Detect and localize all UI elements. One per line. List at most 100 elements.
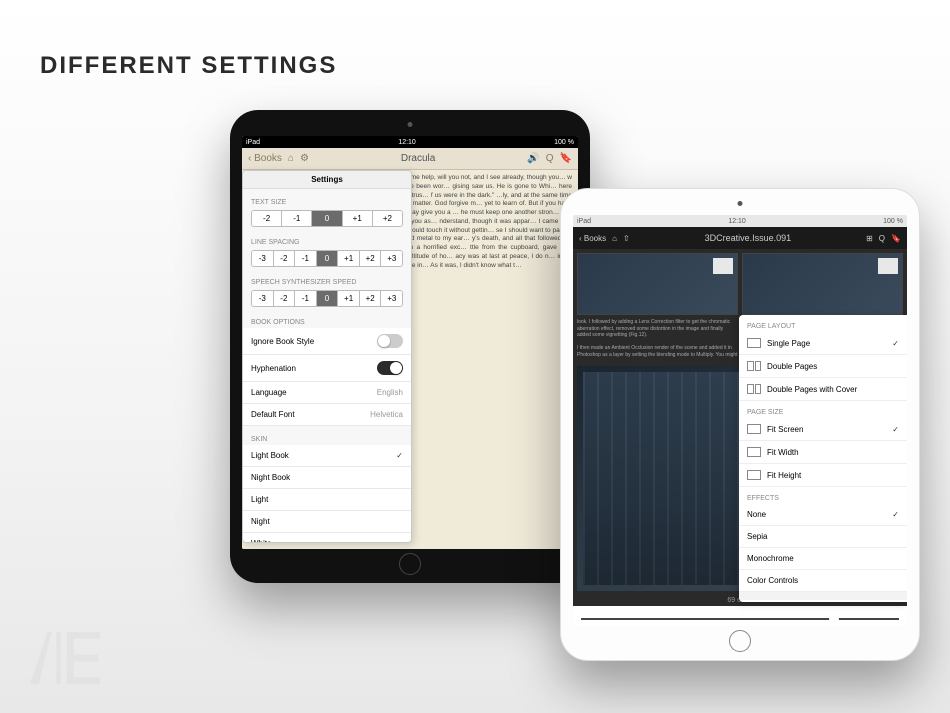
skin-name: White — [251, 539, 271, 543]
language-row[interactable]: Language English — [243, 382, 411, 404]
app-logo-icon — [20, 623, 110, 693]
device-black-ipad: iPad 12:10 100 % ‹ Books ⌂ ⚙ Dracula 🔊 Q… — [230, 110, 590, 583]
view-option-row[interactable]: Monochrome — [739, 548, 907, 570]
settings-title: Settings — [243, 171, 411, 189]
checkmark-icon: ✓ — [396, 451, 403, 460]
seg-option[interactable]: 0 — [317, 251, 339, 266]
skin-name: Night Book — [251, 473, 290, 482]
view-option-row[interactable]: None✓ — [739, 504, 907, 526]
bookmark-icon[interactable]: ⌂ — [288, 153, 294, 164]
skin-option-row[interactable]: Night Book — [243, 467, 411, 489]
search-icon[interactable]: Q — [546, 153, 554, 164]
share-icon[interactable]: ⇧ — [623, 234, 630, 243]
skin-name: Night — [251, 517, 270, 526]
seg-option[interactable]: -3 — [252, 251, 274, 266]
seg-option[interactable]: +1 — [343, 211, 373, 226]
seg-option[interactable]: +3 — [381, 251, 402, 266]
seg-option[interactable]: -2 — [252, 211, 282, 226]
mark-icon[interactable]: 🔖 — [891, 234, 901, 243]
speaker-icon[interactable]: 🔊 — [527, 153, 539, 164]
hyphenation-toggle[interactable] — [377, 361, 403, 375]
seg-option[interactable]: -1 — [295, 291, 317, 306]
seg-option[interactable]: 0 — [317, 291, 339, 306]
back-button[interactable]: ‹ Books — [579, 234, 606, 243]
battery-label: 100 % — [883, 218, 903, 225]
home-button[interactable] — [729, 630, 751, 652]
bookmark-icon[interactable]: ⌂ — [612, 234, 617, 243]
seg-option[interactable]: +2 — [360, 251, 382, 266]
view-option-row[interactable]: Color Controls — [739, 570, 907, 592]
seg-option[interactable]: -1 — [295, 251, 317, 266]
checkmark-icon: ✓ — [892, 425, 899, 434]
seg-option[interactable]: +3 — [381, 291, 402, 306]
camera-icon — [408, 122, 413, 127]
view-option-row[interactable]: Fit Width — [739, 441, 907, 464]
skin-label: SKIN — [243, 426, 411, 445]
slider-thumb[interactable] — [829, 614, 839, 624]
double-page-icon — [747, 361, 761, 371]
seg-option[interactable]: -2 — [274, 251, 296, 266]
option-label: Single Page — [767, 339, 886, 348]
option-label: Double Pages — [767, 362, 899, 371]
page-thumbnail[interactable] — [577, 253, 738, 315]
home-button[interactable] — [399, 553, 421, 575]
option-label: Fit Width — [767, 448, 899, 457]
checkmark-icon: ✓ — [892, 339, 899, 348]
view-option-row[interactable]: Double Pages with Cover — [739, 378, 907, 401]
page-thumbnail[interactable] — [742, 253, 903, 315]
use-page-as-cover-row[interactable]: Use current page as cover — [739, 592, 907, 602]
checkmark-icon: ✓ — [892, 510, 899, 519]
language-value: English — [377, 388, 403, 397]
language-label: Language — [251, 388, 287, 397]
view-option-row[interactable]: Sepia — [739, 526, 907, 548]
default-font-row[interactable]: Default Font Helvetica — [243, 404, 411, 426]
book-title: Dracula — [315, 153, 521, 164]
fit-screen-icon — [747, 424, 761, 434]
double-cover-icon — [747, 384, 761, 394]
skin-name: Light — [251, 495, 268, 504]
ignore-style-toggle[interactable] — [377, 334, 403, 348]
search-icon[interactable]: Q — [879, 234, 885, 243]
clock-label: 12:10 — [728, 218, 746, 225]
view-option-row[interactable]: Fit Screen✓ — [739, 418, 907, 441]
reader-toolbar: ‹ Books ⌂ ⚙ Dracula 🔊 Q 🔖 — [242, 148, 578, 170]
seg-option[interactable]: +1 — [338, 291, 360, 306]
clock-label: 12:10 — [398, 139, 416, 146]
effects-label: EFFECTS — [739, 487, 907, 504]
left-screen: iPad 12:10 100 % ‹ Books ⌂ ⚙ Dracula 🔊 Q… — [242, 136, 578, 549]
view-option-row[interactable]: Fit Height — [739, 464, 907, 487]
view-option-row[interactable]: Double Pages — [739, 355, 907, 378]
font-value: Helvetica — [370, 410, 403, 419]
page-layout-label: PAGE LAYOUT — [739, 315, 907, 332]
page-slider[interactable] — [581, 618, 899, 620]
settings-icon[interactable]: ⚙ — [300, 153, 309, 164]
speech-speed-segmented[interactable]: -3-2-10+1+2+3 — [251, 290, 403, 307]
status-bar: iPad 12:10 100 % — [573, 215, 907, 227]
ignore-style-label: Ignore Book Style — [251, 337, 314, 346]
view-option-row[interactable]: Single Page ✓ — [739, 332, 907, 355]
fit-width-icon — [747, 447, 761, 457]
option-label: Double Pages with Cover — [767, 385, 899, 394]
skin-option-row[interactable]: Night — [243, 511, 411, 533]
hyphenation-row[interactable]: Hyphenation — [243, 355, 411, 382]
seg-option[interactable]: +1 — [338, 251, 360, 266]
seg-option[interactable]: +2 — [373, 211, 402, 226]
skin-option-row[interactable]: White — [243, 533, 411, 543]
seg-option[interactable]: -1 — [282, 211, 312, 226]
option-label: Monochrome — [747, 554, 899, 563]
seg-option[interactable]: +2 — [360, 291, 382, 306]
skin-option-row[interactable]: Light — [243, 489, 411, 511]
hyphenation-label: Hyphenation — [251, 364, 296, 373]
seg-option[interactable]: -3 — [252, 291, 274, 306]
ignore-book-style-row[interactable]: Ignore Book Style — [243, 328, 411, 355]
skin-option-row[interactable]: Light Book ✓ — [243, 445, 411, 467]
seg-option[interactable]: 0 — [312, 211, 342, 226]
text-size-segmented[interactable]: -2-10+1+2 — [251, 210, 403, 227]
line-spacing-segmented[interactable]: -3-2-10+1+2+3 — [251, 250, 403, 267]
skin-name: Light Book — [251, 451, 289, 460]
mark-icon[interactable]: 🔖 — [560, 153, 572, 164]
grid-icon[interactable]: ⊞ — [866, 234, 873, 243]
back-button[interactable]: ‹ Books — [248, 153, 282, 164]
seg-option[interactable]: -2 — [274, 291, 296, 306]
carrier-label: iPad — [246, 139, 260, 146]
